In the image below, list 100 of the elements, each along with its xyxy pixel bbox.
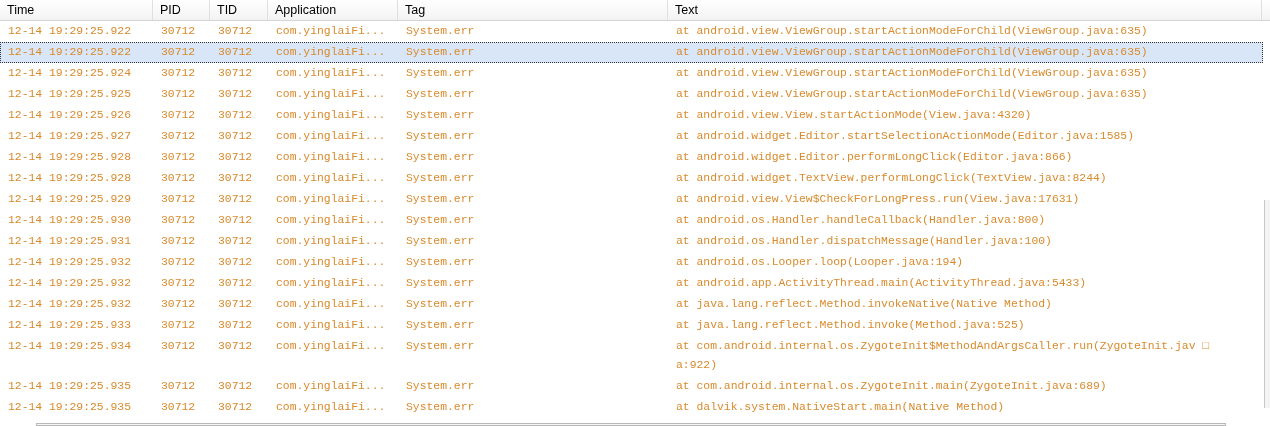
table-cell-text: System.err [405, 276, 476, 291]
table-cell-text: com.yinglaiFi... [275, 255, 387, 270]
table-cell-text: System.err [405, 87, 476, 102]
table-cell-text: 30712 [217, 24, 254, 39]
table-cell-text: 12-14 19:29:25.933 [7, 318, 133, 333]
table-cell-text: 30712 [217, 192, 254, 207]
log-row[interactable]: 12-14 19:29:25.934 30712 30712 com.yinglaiFi... System.err at com.android.internal.os.ZygoteInit$MethodAndArgsCaller.run(ZygoteInit.jav □ a:922) [0, 336, 1263, 376]
table-cell-text: at com.android.internal.os.ZygoteInit$MethodAndArgsCaller.run(ZygoteInit.jav □ a:922) [675, 339, 1211, 373]
column-header[interactable]: TID [210, 0, 268, 20]
log-row[interactable]: 12-14 19:29:25.925 30712 30712 com.yinglaiFi... System.err at android.view.ViewGroup.startActionModeForChild(ViewGroup.java:635) [0, 84, 1263, 105]
table-cell-text: 30712 [217, 379, 254, 394]
table-cell-text: 12-14 19:29:25.931 [7, 234, 133, 249]
table-cell-text: com.yinglaiFi... [275, 24, 387, 39]
table-cell-text: System.err [405, 66, 476, 81]
table-cell-text: at android.view.ViewGroup.startActionModeForChild(ViewGroup.java:635) [675, 45, 1149, 60]
table-cell-text: com.yinglaiFi... [275, 66, 387, 81]
log-row[interactable]: 12-14 19:29:25.932 30712 30712 com.yinglaiFi... System.err at android.app.ActivityThread.main(ActivityThread.java:5433) [0, 273, 1263, 294]
table-cell-text: 30712 [217, 234, 254, 249]
table-cell-text: System.err [405, 192, 476, 207]
log-row[interactable]: 12-14 19:29:25.926 30712 30712 com.yinglaiFi... System.err at android.view.View.startActionMode(View.java:4320) [0, 105, 1263, 126]
table-cell-text: 30712 [160, 150, 197, 165]
table-cell-text: com.yinglaiFi... [275, 87, 387, 102]
table-cell-text: 12-14 19:29:25.929 [7, 192, 133, 207]
table-cell-text: com.yinglaiFi... [275, 297, 387, 312]
table-cell-text: 30712 [217, 255, 254, 270]
table-cell-text: 30712 [160, 297, 197, 312]
table-cell-text: at java.lang.reflect.Method.invokeNative(Native Method) [675, 297, 1053, 312]
table-cell-text: 30712 [217, 213, 254, 228]
table-cell-text: System.err [405, 400, 476, 415]
column-header[interactable]: Time [0, 0, 153, 20]
horizontal-scrollbar[interactable] [36, 423, 1226, 426]
table-cell-text: at dalvik.system.NativeStart.main(Native Method) [675, 400, 1006, 415]
table-cell-text: System.err [405, 234, 476, 249]
table-cell-text: 12-14 19:29:25.930 [7, 213, 133, 228]
log-row[interactable]: 12-14 19:29:25.924 30712 30712 com.yinglaiFi... System.err at android.view.ViewGroup.startActionModeForChild(ViewGroup.java:635) [0, 63, 1263, 84]
table-cell-text: System.err [405, 171, 476, 186]
table-cell-text: 30712 [160, 213, 197, 228]
log-row[interactable]: 12-14 19:29:25.928 30712 30712 com.yinglaiFi... System.err at android.widget.Editor.performLongClick(Editor.java:866) [0, 147, 1263, 168]
table-cell-text: 30712 [160, 318, 197, 333]
table-cell-text: 30712 [217, 297, 254, 312]
table-cell-text: at android.widget.Editor.performLongClick(Editor.java:866) [675, 150, 1074, 165]
table-cell-text: com.yinglaiFi... [275, 339, 387, 354]
table-cell-text: 12-14 19:29:25.922 [7, 45, 133, 60]
log-row[interactable]: 12-14 19:29:25.929 30712 30712 com.yinglaiFi... System.err at android.view.View$CheckForLongPress.run(View.java:17631) [0, 189, 1263, 210]
table-cell-text: System.err [405, 150, 476, 165]
log-row[interactable]: 12-14 19:29:25.928 30712 30712 com.yinglaiFi... System.err at android.widget.TextView.performLongClick(TextView.java:8244) [0, 168, 1263, 189]
table-cell-text: at android.view.ViewGroup.startActionModeForChild(ViewGroup.java:635) [675, 66, 1149, 81]
table-cell-text: com.yinglaiFi... [275, 171, 387, 186]
table-cell-text: 12-14 19:29:25.922 [7, 24, 133, 39]
table-cell-text: 30712 [160, 108, 197, 123]
table-cell-text: 12-14 19:29:25.925 [7, 87, 133, 102]
table-cell-text: 30712 [217, 400, 254, 415]
table-cell-text: com.yinglaiFi... [275, 213, 387, 228]
table-cell-text: 30712 [217, 171, 254, 186]
table-cell-text: 30712 [160, 234, 197, 249]
vertical-scrollbar[interactable] [1264, 200, 1270, 408]
table-cell-text: 30712 [160, 24, 197, 39]
table-cell-text: System.err [405, 297, 476, 312]
table-cell-text: 30712 [217, 45, 254, 60]
table-cell-text: System.err [405, 45, 476, 60]
column-header[interactable]: PID [153, 0, 210, 20]
table-cell-text: com.yinglaiFi... [275, 192, 387, 207]
table-cell-text: at android.widget.Editor.startSelectionActionMode(Editor.java:1585) [675, 129, 1135, 144]
log-row[interactable]: 12-14 19:29:25.935 30712 30712 com.yinglaiFi... System.err at com.android.internal.os.ZygoteInit.main(ZygoteInit.java:689) [0, 376, 1263, 397]
table-cell-text: 30712 [217, 339, 254, 354]
table-cell-text: at android.view.View$CheckForLongPress.run(View.java:17631) [675, 192, 1081, 207]
log-row[interactable]: 12-14 19:29:25.927 30712 30712 com.yinglaiFi... System.err at android.widget.Editor.startSelectionActionMode(Editor.java:1585) [0, 126, 1263, 147]
table-cell-text: 30712 [160, 87, 197, 102]
table-cell-text: 30712 [217, 87, 254, 102]
table-cell-text: com.yinglaiFi... [275, 318, 387, 333]
column-header[interactable]: Application [268, 0, 398, 20]
log-row[interactable]: 12-14 19:29:25.930 30712 30712 com.yinglaiFi... System.err at android.os.Handler.handleCallback(Handler.java:800) [0, 210, 1263, 231]
table-cell-text: 30712 [217, 108, 254, 123]
table-cell-text: at com.android.internal.os.ZygoteInit.main(ZygoteInit.java:689) [675, 379, 1108, 394]
table-cell-text: 12-14 19:29:25.932 [7, 255, 133, 270]
table-cell-text: 30712 [217, 150, 254, 165]
table-cell-text: 30712 [160, 66, 197, 81]
log-row[interactable]: 12-14 19:29:25.932 30712 30712 com.yinglaiFi... System.err at android.os.Looper.loop(Looper.java:194) [0, 252, 1263, 273]
table-cell-text: at android.view.ViewGroup.startActionModeForChild(ViewGroup.java:635) [675, 24, 1149, 39]
table-cell-text: 12-14 19:29:25.924 [7, 66, 133, 81]
column-header[interactable]: Text [668, 0, 1262, 20]
table-cell-text: at android.widget.TextView.performLongClick(TextView.java:8244) [675, 171, 1108, 186]
table-cell-text: com.yinglaiFi... [275, 45, 387, 60]
table-cell-text: System.err [405, 339, 476, 354]
log-row[interactable]: 12-14 19:29:25.922 30712 30712 com.yinglaiFi... System.err at android.view.ViewGroup.startActionModeForChild(ViewGroup.java:635) [0, 42, 1263, 63]
log-row[interactable]: 12-14 19:29:25.935 30712 30712 com.yinglaiFi... System.err at dalvik.system.NativeStart.main(Native Method) [0, 397, 1263, 418]
log-row[interactable]: 12-14 19:29:25.933 30712 30712 com.yinglaiFi... System.err at java.lang.reflect.Method.invoke(Method.java:525) [0, 315, 1263, 336]
table-cell-text: 30712 [160, 276, 197, 291]
table-cell-text: 30712 [217, 129, 254, 144]
table-cell-text: com.yinglaiFi... [275, 150, 387, 165]
table-cell-text: at android.view.ViewGroup.startActionModeForChild(ViewGroup.java:635) [675, 87, 1149, 102]
table-cell-text: 12-14 19:29:25.932 [7, 297, 133, 312]
table-cell-text: at android.app.ActivityThread.main(ActivityThread.java:5433) [675, 276, 1088, 291]
table-cell-text: 12-14 19:29:25.935 [7, 400, 133, 415]
log-row[interactable]: 12-14 19:29:25.932 30712 30712 com.yinglaiFi... System.err at java.lang.reflect.Method.invokeNative(Native Method) [0, 294, 1263, 315]
log-row[interactable]: 12-14 19:29:25.922 30712 30712 com.yinglaiFi... System.err at android.view.ViewGroup.startActionModeForChild(ViewGroup.java:635) [0, 21, 1263, 42]
column-header[interactable]: Tag [398, 0, 668, 20]
table-cell-text: 30712 [160, 400, 197, 415]
log-row[interactable]: 12-14 19:29:25.931 30712 30712 com.yinglaiFi... System.err at android.os.Handler.dispatchMessage(Handler.java:100) [0, 231, 1263, 252]
table-cell-text: System.err [405, 379, 476, 394]
